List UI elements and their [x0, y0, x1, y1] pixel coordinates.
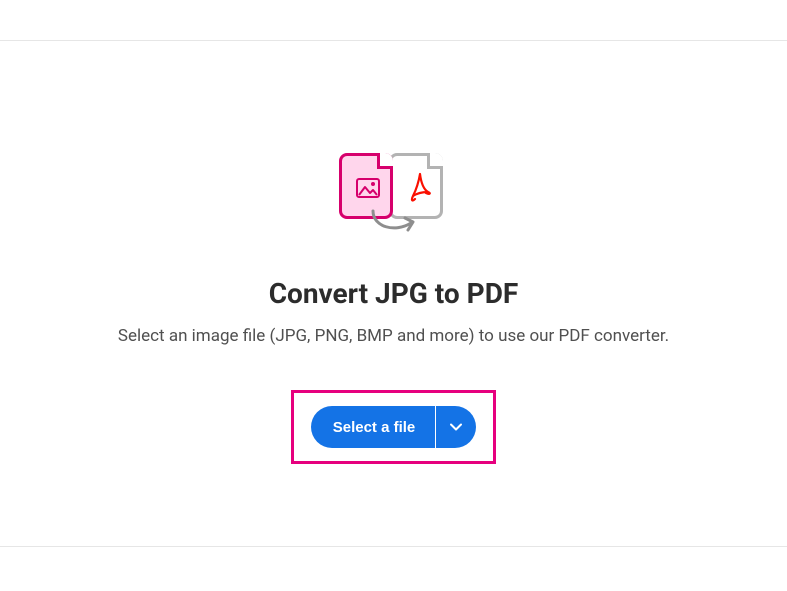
chevron-down-icon [450, 423, 462, 431]
page-subtitle: Select an image file (JPG, PNG, BMP and … [118, 326, 669, 346]
button-divider [435, 413, 436, 441]
acrobat-icon [409, 172, 431, 204]
bottom-divider [0, 546, 787, 547]
image-icon [356, 178, 380, 198]
convert-arrow-icon [365, 205, 421, 237]
select-file-button[interactable]: Select a file [311, 406, 436, 448]
page-title: Convert JPG to PDF [269, 277, 519, 310]
main-content: Convert JPG to PDF Select an image file … [0, 41, 787, 545]
convert-illustration [339, 153, 449, 243]
select-file-dropdown-button[interactable] [436, 406, 476, 448]
tutorial-highlight: Select a file [291, 390, 497, 464]
select-file-button-group: Select a file [311, 406, 477, 448]
